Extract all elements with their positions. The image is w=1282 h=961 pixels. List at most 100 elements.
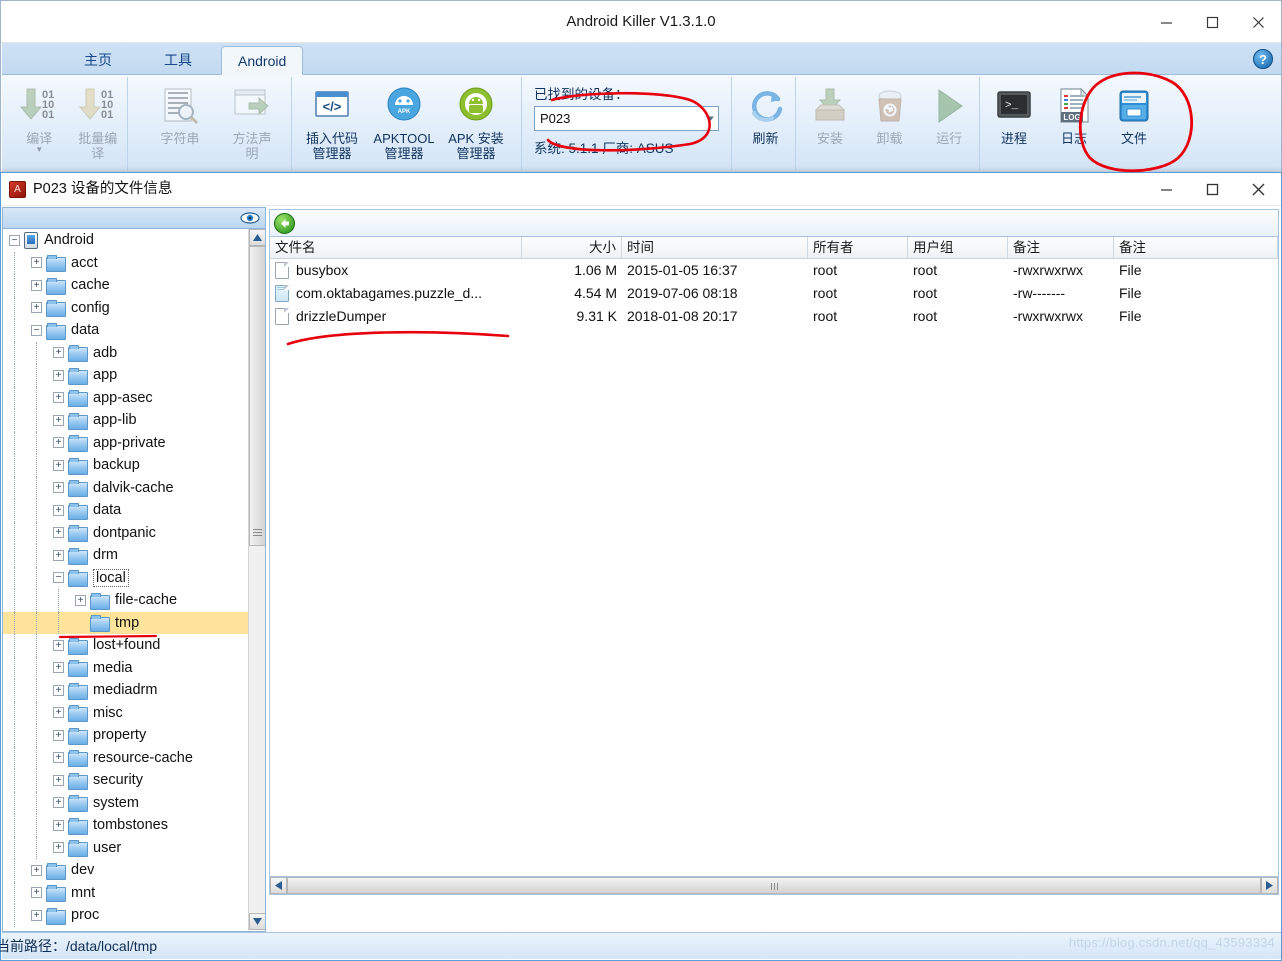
run-button[interactable]: 运行 <box>919 77 979 169</box>
column-header-5[interactable]: 备注 <box>1008 237 1114 258</box>
tree-node-security[interactable]: + security <box>3 769 249 792</box>
expand-icon[interactable]: + <box>31 887 42 899</box>
table-row[interactable]: com.oktabagames.puzzle_d... 4.54 M 2019-07… <box>270 282 1278 305</box>
tree-node-misc[interactable]: + misc <box>3 701 249 724</box>
tree-node-dontpanic[interactable]: + dontpanic <box>3 521 249 544</box>
table-row[interactable]: drizzleDumper 9.31 K 2018-01-08 20:17 root r… <box>270 305 1278 328</box>
expand-icon[interactable]: + <box>53 437 64 449</box>
dialog-close-button[interactable] <box>1235 173 1281 206</box>
dialog-maximize-button[interactable] <box>1189 173 1235 206</box>
hscroll-left-button[interactable] <box>270 877 287 894</box>
tree-node-dalvik-cache[interactable]: + dalvik-cache <box>3 476 249 499</box>
tree-node-resource-cache[interactable]: + resource-cache <box>3 746 249 769</box>
tree-node-proc[interactable]: + proc <box>3 904 249 927</box>
dialog-minimize-button[interactable] <box>1143 173 1189 206</box>
expand-icon[interactable]: + <box>53 392 64 404</box>
tree-node-app-lib[interactable]: + app-lib <box>3 409 249 432</box>
batch-compile-button[interactable]: 01 10 01 批量编 译 <box>69 77 128 169</box>
tree-node-dev[interactable]: + dev <box>3 859 249 882</box>
column-header-3[interactable]: 所有者 <box>808 237 908 258</box>
tree-node-tmp[interactable]: tmp <box>3 611 249 634</box>
expand-icon[interactable]: + <box>53 482 64 494</box>
log-button[interactable]: LOG 日志 <box>1044 77 1104 169</box>
tree-node-app-private[interactable]: + app-private <box>3 431 249 454</box>
tree-node-config[interactable]: + config <box>3 296 249 319</box>
tree-node-drm[interactable]: + drm <box>3 544 249 567</box>
expand-icon[interactable]: + <box>53 459 64 471</box>
tree-node-local[interactable]: − local <box>3 566 249 589</box>
tree-scroll-thumb[interactable] <box>249 246 265 546</box>
expand-icon[interactable]: + <box>31 302 42 314</box>
install-button[interactable]: 安装 <box>800 77 860 169</box>
apk-install-manager-button[interactable]: APK 安装 管理器 <box>440 77 512 169</box>
file-list-body[interactable]: busybox 1.06 M 2015-01-05 16:37 root root -rw… <box>269 259 1279 876</box>
expand-icon[interactable]: + <box>53 527 64 539</box>
tree-node-app[interactable]: + app <box>3 364 249 387</box>
device-combo[interactable]: P023 <box>534 106 719 131</box>
expand-icon[interactable]: + <box>31 257 42 269</box>
hscroll-thumb[interactable] <box>287 877 1261 894</box>
tree-node-data[interactable]: + data <box>3 499 249 522</box>
column-header-0[interactable]: 文件名 <box>270 237 522 258</box>
help-icon[interactable]: ? <box>1253 49 1273 69</box>
tree-node-data[interactable]: − data <box>3 319 249 342</box>
expand-icon[interactable]: + <box>53 684 64 696</box>
expand-icon[interactable]: + <box>31 909 42 921</box>
column-header-4[interactable]: 用户组 <box>908 237 1008 258</box>
refresh-button[interactable]: 刷新 <box>736 77 795 169</box>
tree-scroll-down-button[interactable] <box>249 913 265 930</box>
tree-node-lost+found[interactable]: + lost+found <box>3 634 249 657</box>
expand-icon[interactable]: + <box>53 347 64 359</box>
close-button[interactable] <box>1235 1 1281 43</box>
tree-node-property[interactable]: + property <box>3 724 249 747</box>
column-header-2[interactable]: 时间 <box>622 237 808 258</box>
tree-node-mediadrm[interactable]: + mediadrm <box>3 679 249 702</box>
back-button[interactable] <box>274 213 295 234</box>
hscroll-right-button[interactable] <box>1261 877 1278 894</box>
column-header-1[interactable]: 大小 <box>522 237 622 258</box>
tree-node-system[interactable]: + system <box>3 791 249 814</box>
expand-icon[interactable]: + <box>53 639 64 651</box>
minimize-button[interactable] <box>1143 1 1189 43</box>
expand-icon[interactable]: + <box>53 774 64 786</box>
file-list-horizontal-scrollbar[interactable] <box>269 876 1279 895</box>
tree-node-adb[interactable]: + adb <box>3 341 249 364</box>
process-button[interactable]: >_ 进程 <box>984 77 1044 169</box>
expand-icon[interactable]: + <box>53 549 64 561</box>
tree-node-android[interactable]: − Android <box>3 229 249 252</box>
tree-node-tombstones[interactable]: + tombstones <box>3 814 249 837</box>
collapse-icon[interactable]: − <box>31 324 42 336</box>
tree-node-media[interactable]: + media <box>3 656 249 679</box>
expand-icon[interactable]: + <box>53 414 64 426</box>
expand-icon[interactable]: + <box>53 797 64 809</box>
tab-tools[interactable]: 工具 <box>148 46 208 75</box>
collapse-icon[interactable]: − <box>53 572 64 584</box>
directory-tree-panel[interactable]: − Android + acct + cache + config − data + adb + app +… <box>2 229 266 932</box>
tree-node-file-cache[interactable]: + file-cache <box>3 589 249 612</box>
tree-node-cache[interactable]: + cache <box>3 274 249 297</box>
compile-button[interactable]: 01 10 01 编译 ▼ <box>10 77 69 169</box>
file-manager-button[interactable]: 文件 <box>1104 77 1164 169</box>
tab-home[interactable]: 主页 <box>68 46 128 75</box>
expand-icon[interactable]: + <box>53 842 64 854</box>
expand-icon[interactable]: + <box>53 662 64 674</box>
expand-icon[interactable]: + <box>53 819 64 831</box>
uninstall-button[interactable]: 卸载 <box>860 77 920 169</box>
table-row[interactable]: busybox 1.06 M 2015-01-05 16:37 root root -rw… <box>270 259 1278 282</box>
expand-icon[interactable]: + <box>75 594 86 606</box>
tree-node-app-asec[interactable]: + app-asec <box>3 386 249 409</box>
tab-android[interactable]: Android <box>221 46 304 75</box>
eye-icon[interactable] <box>240 211 260 225</box>
method-declare-button[interactable]: 方法声 明 <box>216 77 288 169</box>
tree-node-user[interactable]: + user <box>3 836 249 859</box>
expand-icon[interactable]: + <box>53 752 64 764</box>
maximize-button[interactable] <box>1189 1 1235 43</box>
expand-icon[interactable]: + <box>31 864 42 876</box>
code-insert-manager-button[interactable]: </> 插入代码 管理器 <box>296 77 368 169</box>
collapse-icon[interactable]: − <box>9 234 20 246</box>
tree-node-backup[interactable]: + backup <box>3 454 249 477</box>
tree-node-mnt[interactable]: + mnt <box>3 881 249 904</box>
expand-icon[interactable]: + <box>53 707 64 719</box>
expand-icon[interactable]: + <box>53 729 64 741</box>
column-header-6[interactable]: 备注 <box>1114 237 1278 258</box>
